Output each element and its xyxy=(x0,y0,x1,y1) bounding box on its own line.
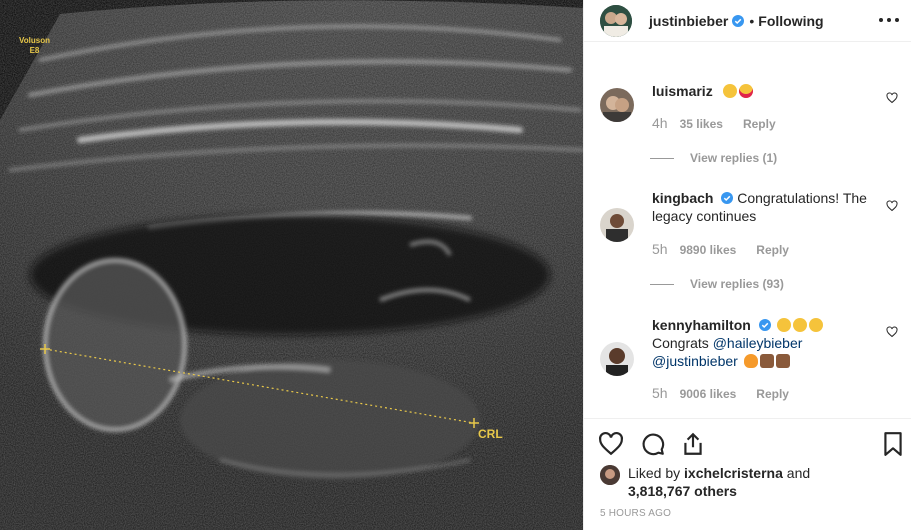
joy-emoji xyxy=(792,318,807,332)
comment-likes[interactable]: 9890 likes xyxy=(680,243,737,257)
heart-eyes-emoji xyxy=(738,84,753,98)
replies-divider xyxy=(650,283,674,285)
raised-hands-emoji xyxy=(775,354,790,368)
likes-summary: Liked by ixchelcristerna and 3,818,767 o… xyxy=(600,464,858,500)
view-replies-label: View replies (93) xyxy=(690,277,784,291)
joy-emoji xyxy=(776,318,791,332)
comment-username[interactable]: kingbach xyxy=(652,190,713,206)
mention-link[interactable]: @justinbieber xyxy=(652,353,738,369)
view-replies-button[interactable]: View replies (93) xyxy=(650,277,784,291)
fire-emoji xyxy=(743,354,758,368)
author-avatar[interactable] xyxy=(600,4,632,37)
likes-prefix: Liked by xyxy=(628,465,681,481)
comment-icon[interactable] xyxy=(640,431,666,457)
comment-meta: 5h 9890 likes Reply xyxy=(652,241,789,257)
post-photo[interactable]: Voluson E8 CRL xyxy=(0,0,583,530)
commenter-avatar[interactable] xyxy=(600,342,634,376)
post-sidebar: justinbieber • Following luismariz 4h 35… xyxy=(583,0,911,530)
liker-avatar[interactable] xyxy=(600,465,620,485)
comments-list[interactable]: luismariz 4h 35 likes Reply View replies… xyxy=(584,42,911,418)
author-username[interactable]: justinbieber xyxy=(649,13,728,29)
comment-time: 5h xyxy=(652,241,668,257)
view-replies-label: View replies (1) xyxy=(690,151,778,165)
measurement-label: CRL xyxy=(478,427,503,441)
post-timestamp[interactable]: 5 HOURS AGO xyxy=(600,508,671,519)
comment-likes[interactable]: 9006 likes xyxy=(680,387,737,401)
heart-icon[interactable] xyxy=(886,200,898,212)
post-header: justinbieber • Following xyxy=(584,0,911,42)
comment-username[interactable]: kennyhamilton xyxy=(652,317,751,333)
ultrasound-image xyxy=(0,0,583,530)
comment-body: luismariz xyxy=(652,82,882,100)
comment-text: Congrats xyxy=(652,335,709,351)
view-replies-button[interactable]: View replies (1) xyxy=(650,151,777,165)
more-options-icon[interactable] xyxy=(879,12,899,28)
commenter-avatar[interactable] xyxy=(600,208,634,242)
comment-time: 5h xyxy=(652,385,668,401)
comment-meta: 5h 9006 likes Reply xyxy=(652,385,789,401)
verified-badge-icon xyxy=(721,192,734,204)
comment-likes[interactable]: 35 likes xyxy=(680,117,723,131)
comment-meta: 4h 35 likes Reply xyxy=(652,115,776,131)
comment-body: kennyhamilton Congrats @haileybieber @ju… xyxy=(652,316,882,370)
verified-badge-icon xyxy=(732,14,745,27)
heart-icon[interactable] xyxy=(598,431,624,457)
likes-text[interactable]: Liked by ixchelcristerna and 3,818,767 o… xyxy=(628,464,858,500)
device-label: Voluson E8 xyxy=(19,36,50,55)
share-icon[interactable] xyxy=(680,431,706,457)
comment-username[interactable]: luismariz xyxy=(652,83,713,99)
comment-body: kingbach Congratulations! The legacy con… xyxy=(652,189,882,225)
post-actions: Liked by ixchelcristerna and 3,818,767 o… xyxy=(584,418,911,530)
comment-time: 4h xyxy=(652,115,668,131)
mention-link[interactable]: @haileybieber xyxy=(713,335,803,351)
commenter-avatar[interactable] xyxy=(600,88,634,122)
joy-emoji xyxy=(808,318,823,332)
reply-button[interactable]: Reply xyxy=(743,117,776,131)
reply-button[interactable]: Reply xyxy=(756,243,789,257)
reply-button[interactable]: Reply xyxy=(756,387,789,401)
raised-hands-emoji xyxy=(759,354,774,368)
separator-dot: • xyxy=(749,12,755,29)
heart-icon[interactable] xyxy=(886,326,898,338)
verified-badge-icon xyxy=(758,319,771,331)
liker-username[interactable]: ixchelcristerna xyxy=(684,465,783,481)
following-button[interactable]: Following xyxy=(758,13,823,29)
likes-count[interactable]: 3,818,767 others xyxy=(628,483,737,499)
weary-face-emoji xyxy=(722,84,737,98)
replies-divider xyxy=(650,157,674,159)
bookmark-icon[interactable] xyxy=(880,431,906,457)
heart-icon[interactable] xyxy=(886,92,898,104)
likes-connector: and xyxy=(786,465,811,481)
